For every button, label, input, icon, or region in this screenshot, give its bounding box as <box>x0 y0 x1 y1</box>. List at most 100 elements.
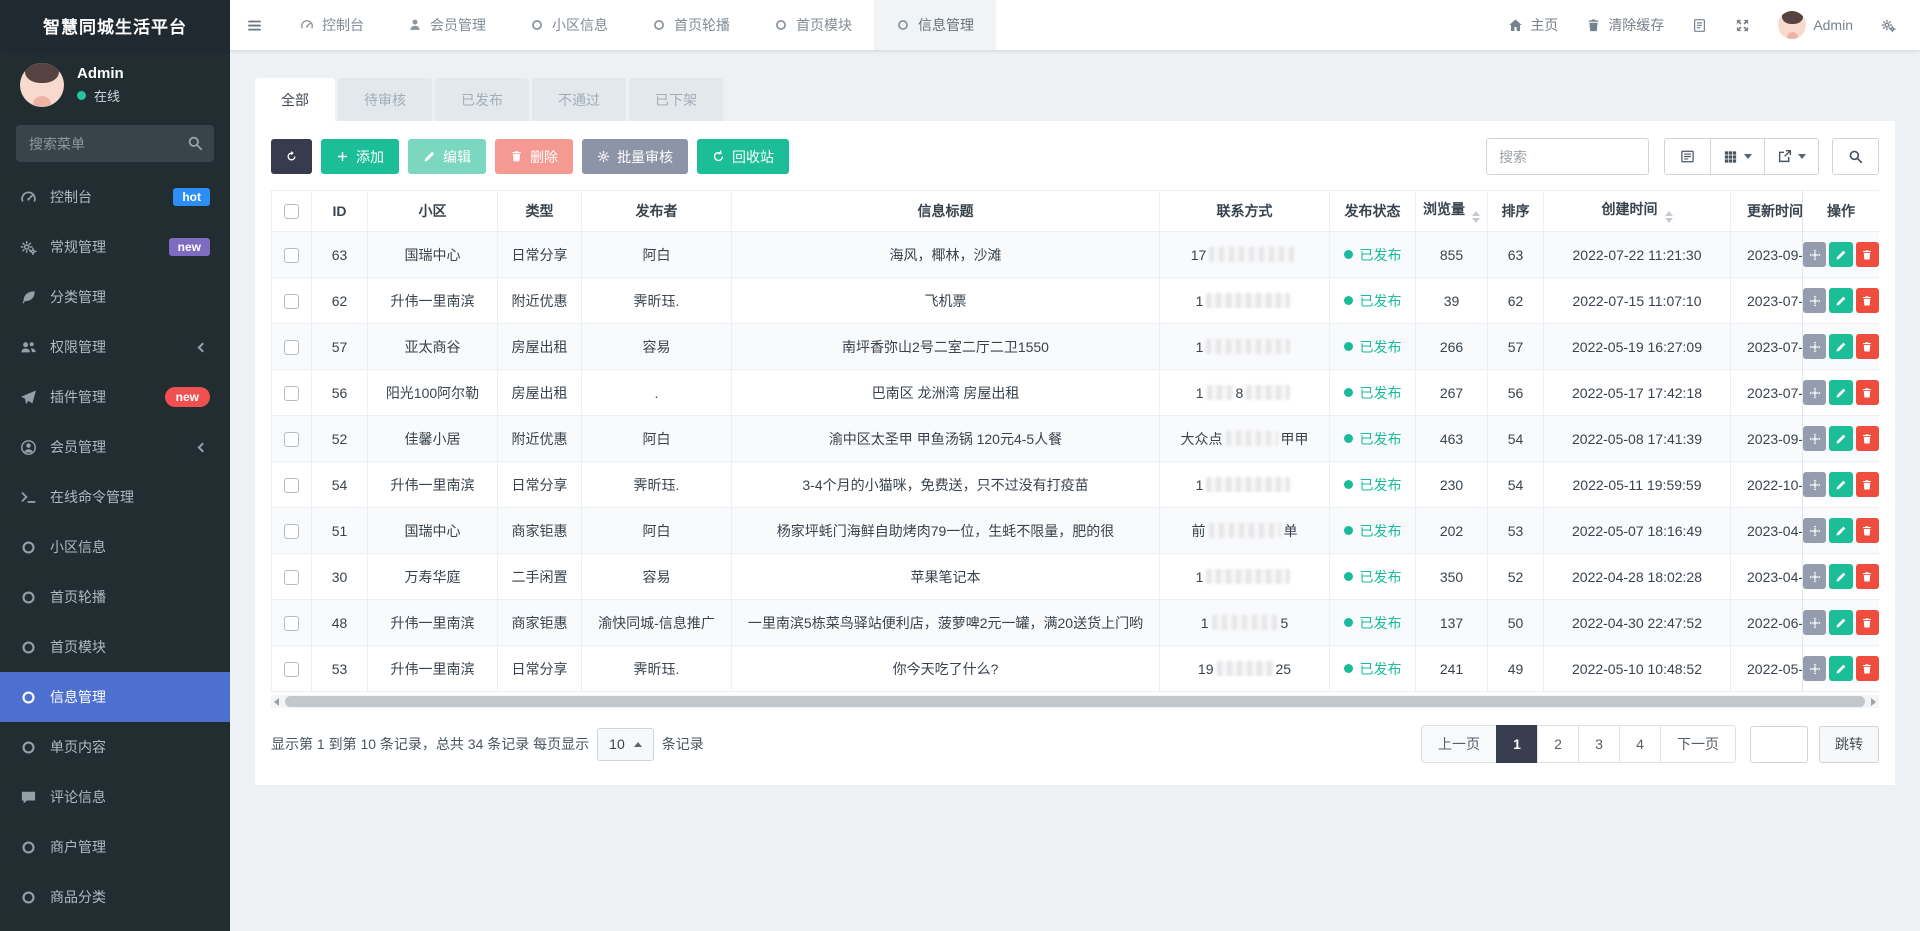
move-button[interactable] <box>1803 610 1826 635</box>
move-button[interactable] <box>1803 426 1826 451</box>
scroll-left-arrow-icon[interactable] <box>274 698 279 706</box>
sidebar-item[interactable]: 首页模块 <box>0 622 230 672</box>
col-title[interactable]: 信息标题 <box>732 191 1160 232</box>
edit-row-button[interactable] <box>1829 334 1852 359</box>
sidebar-item[interactable]: 控制台hot <box>0 172 230 222</box>
move-button[interactable] <box>1803 242 1826 267</box>
sort-icon[interactable] <box>1472 211 1480 223</box>
row-checkbox[interactable] <box>284 524 299 539</box>
edit-row-button[interactable] <box>1829 564 1852 589</box>
prev-page-button[interactable]: 上一页 <box>1421 725 1497 763</box>
filter-tab[interactable]: 已发布 <box>435 78 529 121</box>
row-checkbox[interactable] <box>284 570 299 585</box>
sidebar-item[interactable]: 常规管理new <box>0 222 230 272</box>
sidebar-item[interactable]: 首页轮播 <box>0 572 230 622</box>
col-created[interactable]: 创建时间 <box>1544 191 1731 232</box>
sidebar-item[interactable]: 会员管理 <box>0 422 230 472</box>
edit-row-button[interactable] <box>1829 656 1852 681</box>
col-community[interactable]: 小区 <box>368 191 498 232</box>
home-link[interactable]: 主页 <box>1494 0 1572 50</box>
row-checkbox[interactable] <box>284 340 299 355</box>
horizontal-scrollbar[interactable] <box>271 695 1879 708</box>
move-button[interactable] <box>1803 656 1826 681</box>
select-all-checkbox[interactable] <box>284 204 299 219</box>
top-nav-item[interactable]: 控制台 <box>278 0 386 50</box>
menu-search-input[interactable] <box>16 125 214 162</box>
row-checkbox[interactable] <box>284 248 299 263</box>
sidebar-item[interactable]: 商户管理 <box>0 822 230 872</box>
edit-row-button[interactable] <box>1829 288 1852 313</box>
delete-row-button[interactable] <box>1856 242 1879 267</box>
columns-button[interactable] <box>1710 138 1765 175</box>
col-type[interactable]: 类型 <box>498 191 582 232</box>
page-button[interactable]: 1 <box>1496 725 1538 763</box>
row-checkbox[interactable] <box>284 386 299 401</box>
edit-row-button[interactable] <box>1829 472 1852 497</box>
page-button[interactable]: 2 <box>1537 725 1579 763</box>
page-size-select[interactable]: 10 <box>597 728 654 761</box>
edit-row-button[interactable] <box>1829 426 1852 451</box>
delete-row-button[interactable] <box>1856 380 1879 405</box>
delete-row-button[interactable] <box>1856 656 1879 681</box>
sidebar-item[interactable]: 权限管理 <box>0 322 230 372</box>
advanced-search-button[interactable] <box>1832 138 1879 175</box>
language-button[interactable] <box>1678 0 1721 50</box>
export-button[interactable] <box>1764 138 1819 175</box>
sidebar-item[interactable]: 在线命令管理 <box>0 472 230 522</box>
scrollbar-thumb[interactable] <box>285 696 1865 707</box>
user-menu[interactable]: Admin <box>1764 0 1867 50</box>
col-publisher[interactable]: 发布者 <box>582 191 732 232</box>
sidebar-item[interactable]: 评论信息 <box>0 772 230 822</box>
filter-tab[interactable]: 全部 <box>255 78 335 121</box>
sidebar-item[interactable]: 信息管理 <box>0 672 230 722</box>
col-contact[interactable]: 联系方式 <box>1160 191 1330 232</box>
row-checkbox[interactable] <box>284 662 299 677</box>
clear-cache-link[interactable]: 清除缓存 <box>1572 0 1678 50</box>
top-nav-item[interactable]: 会员管理 <box>386 0 508 50</box>
col-views[interactable]: 浏览量 <box>1416 191 1488 232</box>
jump-page-input[interactable] <box>1750 726 1808 763</box>
sidebar-item[interactable]: 小区信息 <box>0 522 230 572</box>
refresh-button[interactable] <box>271 139 312 174</box>
delete-row-button[interactable] <box>1856 334 1879 359</box>
delete-button[interactable]: 删除 <box>495 139 573 174</box>
edit-row-button[interactable] <box>1829 610 1852 635</box>
scroll-right-arrow-icon[interactable] <box>1871 698 1876 706</box>
sidebar-item[interactable]: 分类管理 <box>0 272 230 322</box>
page-button[interactable]: 3 <box>1578 725 1620 763</box>
jump-button[interactable]: 跳转 <box>1819 726 1879 763</box>
card-view-button[interactable] <box>1664 138 1711 175</box>
filter-tab[interactable]: 不通过 <box>532 78 626 121</box>
edit-row-button[interactable] <box>1829 380 1852 405</box>
add-button[interactable]: 添加 <box>321 139 399 174</box>
delete-row-button[interactable] <box>1856 426 1879 451</box>
top-nav-item[interactable]: 小区信息 <box>508 0 630 50</box>
filter-tab[interactable]: 已下架 <box>629 78 723 121</box>
top-nav-item[interactable]: 首页模块 <box>752 0 874 50</box>
move-button[interactable] <box>1803 288 1826 313</box>
sidebar-item[interactable]: 插件管理new <box>0 372 230 422</box>
batch-audit-button[interactable]: 批量审核 <box>582 139 688 174</box>
settings-button[interactable] <box>1867 0 1910 50</box>
top-nav-item[interactable]: 信息管理 <box>874 0 996 50</box>
top-nav-item[interactable]: 首页轮播 <box>630 0 752 50</box>
edit-row-button[interactable] <box>1829 242 1852 267</box>
move-button[interactable] <box>1803 518 1826 543</box>
avatar[interactable] <box>20 63 64 107</box>
move-button[interactable] <box>1803 334 1826 359</box>
move-button[interactable] <box>1803 472 1826 497</box>
menu-toggle-button[interactable] <box>230 0 278 50</box>
row-checkbox[interactable] <box>284 616 299 631</box>
col-sort[interactable]: 排序 <box>1488 191 1544 232</box>
delete-row-button[interactable] <box>1856 288 1879 313</box>
row-checkbox[interactable] <box>284 478 299 493</box>
app-logo[interactable]: 智慧同城生活平台 <box>0 0 230 50</box>
page-button[interactable]: 4 <box>1619 725 1661 763</box>
col-id[interactable]: ID <box>312 191 368 232</box>
filter-tab[interactable]: 待审核 <box>338 78 432 121</box>
delete-row-button[interactable] <box>1856 564 1879 589</box>
sort-icon[interactable] <box>1665 211 1673 223</box>
delete-row-button[interactable] <box>1856 518 1879 543</box>
row-checkbox[interactable] <box>284 294 299 309</box>
delete-row-button[interactable] <box>1856 610 1879 635</box>
